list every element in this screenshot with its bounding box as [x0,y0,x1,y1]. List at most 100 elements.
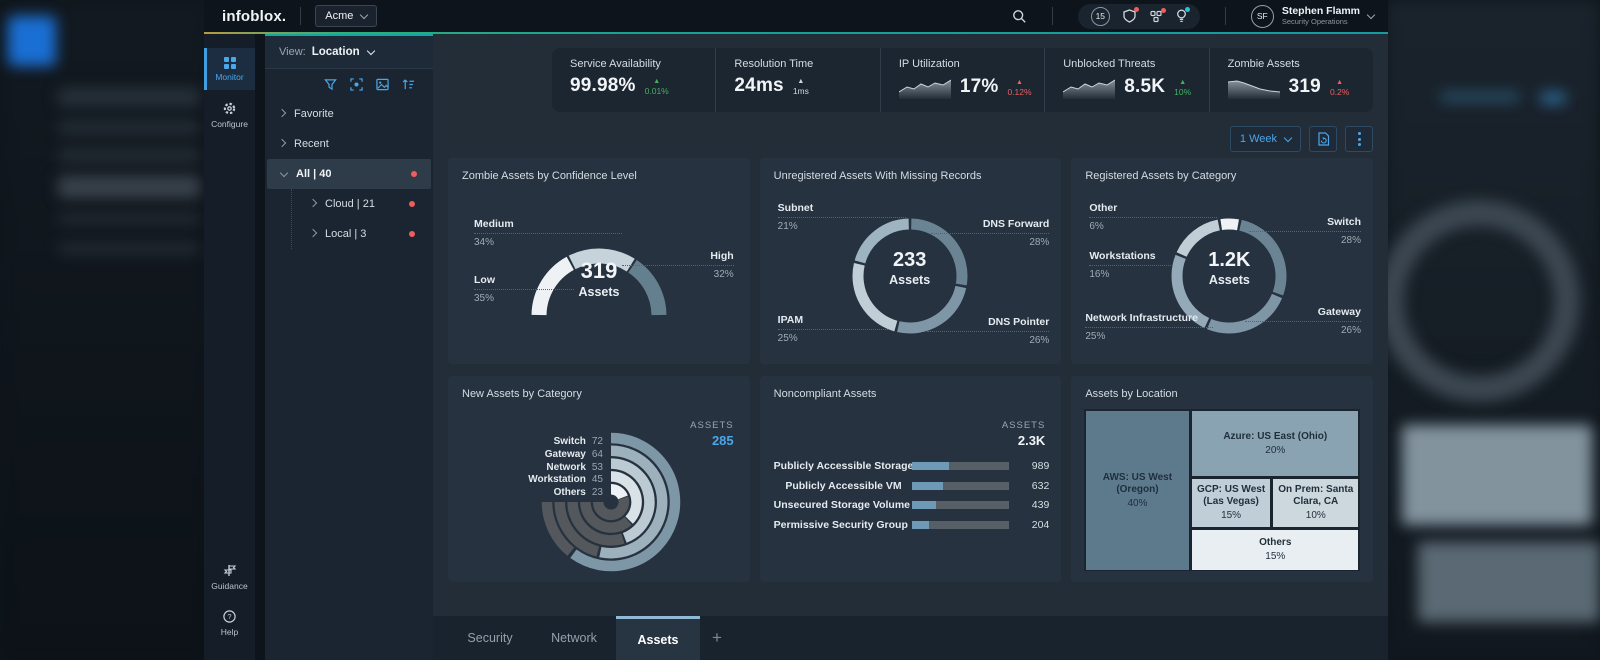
rail-label: Monitor [215,72,243,82]
divider [1225,7,1226,25]
search-icon[interactable] [1012,9,1027,24]
label-name: Switch [1249,216,1361,232]
tab-assets[interactable]: Assets [616,616,700,660]
label-name: Network Infrastructure [1085,312,1213,328]
help-icon: ? [222,609,237,624]
kpi-value-row: 24ms▲1ms [734,75,869,97]
background-stripe [58,148,200,163]
card-unregistered-assets-with-missing-records: Unregistered Assets With Missing Records… [760,158,1062,364]
tree-item-local[interactable]: Local | 3 [292,219,433,249]
dashboard-content: Service Availability99.98%▲0.01%Resoluti… [433,34,1388,660]
sort-icon[interactable] [402,78,415,91]
kpi-delta: ▲0.2% [1330,78,1349,97]
svg-text:?: ? [227,612,231,621]
label-name: Subnet [778,202,906,218]
chevron-right-icon [309,229,317,237]
delta-value: 0.01% [645,87,669,96]
insights-bulb-icon[interactable] [1176,9,1187,23]
bar-track [912,521,1010,529]
chart-center-value: 1.2KAssets [1174,249,1284,287]
rail-item-guidance[interactable]: Guidance [204,556,255,598]
view-selector[interactable]: View: Location [265,36,433,69]
dashboard-controls: 1 Week [433,126,1373,152]
chevron-down-icon [280,169,288,177]
background-card-blur [1402,425,1592,525]
background-stripe [58,88,200,106]
tab-network[interactable]: Network [532,616,616,660]
time-range-selector[interactable]: 1 Week [1230,126,1301,152]
bar-track [912,501,1010,509]
alert-dot [411,171,417,177]
tree-item-cloud[interactable]: Cloud | 21 [292,189,433,219]
kpi-value: 99.98% [570,75,636,97]
add-tab-button[interactable]: + [700,616,734,660]
treemap-cell-others: Others15% [1192,530,1358,570]
user-menu[interactable]: SF Stephen Flamm Security Operations [1251,5,1374,28]
kpi-label: Service Availability [570,58,705,70]
tree-item-recent[interactable]: Recent [265,129,433,159]
avatar: SF [1251,5,1274,28]
cell-pct: 10% [1306,510,1326,521]
more-options-button[interactable] [1345,126,1373,152]
filter-icon[interactable] [324,78,337,91]
focus-icon[interactable] [350,78,363,91]
tree-item-label: Recent [294,138,329,150]
sparkline [1063,75,1115,99]
signpost-icon [223,563,237,578]
label-name: IPAM [778,314,888,330]
tree-item-label: Local | 3 [325,228,366,240]
background-stripe [58,242,200,255]
cell-name: Azure: US East (Ohio) [1223,431,1327,443]
chart-center-value: 319Assets [544,258,654,299]
bar-row-publicly-accessible-storage: Publicly Accessible Storage989 [774,460,1050,472]
label-pct: 28% [931,236,1049,249]
chart-total: ASSETS285 [690,420,734,448]
center-label: Assets [1174,273,1284,287]
bar-label: Unsecured Storage Volume [774,499,902,511]
center-value: 1.2K [1174,249,1284,272]
chart-label-medium: Medium34% [474,218,622,249]
label-pct: 25% [1085,330,1213,343]
tree-item-favorite[interactable]: Favorite [265,99,433,129]
card-registered-assets-by-category: Registered Assets by CategoryOther6%Swit… [1071,158,1373,364]
divider [1052,7,1053,25]
label-name: Other [1089,202,1217,218]
kpi-delta: ▲0.12% [1007,78,1031,97]
tenant-selector[interactable]: Acme [315,5,377,27]
tab-security[interactable]: Security [448,616,532,660]
label-pct: 6% [1089,220,1217,233]
treemap-middle-row: GCP: US West (Las Vegas)15%On Prem: Sant… [1191,478,1360,529]
rail-label: Help [221,627,238,637]
shield-alerts-icon[interactable] [1123,9,1136,23]
header-actions: 15 [1012,4,1388,29]
label-name: Medium [474,218,622,234]
card-title: Zombie Assets by Confidence Level [462,170,637,182]
rail-item-monitor[interactable]: Monitor [204,48,255,90]
alert-dot [409,201,415,207]
label-pct: 28% [1249,234,1361,247]
cell-name: AWS: US West (Oregon) [1088,472,1187,496]
background-blue-square [8,16,56,66]
org-nodes-icon[interactable] [1149,10,1163,23]
export-report-button[interactable] [1309,126,1337,152]
label-name: Workstations [1089,250,1171,266]
total-label: ASSETS [690,420,734,431]
kpi-service-availability: Service Availability99.98%▲0.01% [552,48,715,112]
radial-row-others: Others23 [448,482,603,500]
divider [300,7,301,25]
rail-item-help[interactable]: ? Help [204,602,255,644]
notification-count[interactable]: 15 [1091,7,1110,26]
app-window: infoblox. Acme 15 [204,0,1388,660]
rail-item-configure[interactable]: Configure [204,94,255,136]
kpi-label: Unblocked Threats [1063,58,1198,70]
kebab-icon [1358,132,1361,146]
bar-label: Permissive Security Group [774,519,902,531]
center-label: Assets [855,273,965,287]
kpi-value: 8.5K [1124,76,1165,98]
image-icon[interactable] [376,78,389,91]
tree-item-all[interactable]: All | 40 [267,159,431,189]
chevron-right-icon [278,139,286,147]
gear-icon [222,101,237,116]
chevron-down-icon [366,47,374,55]
rail-label: Guidance [211,581,247,591]
